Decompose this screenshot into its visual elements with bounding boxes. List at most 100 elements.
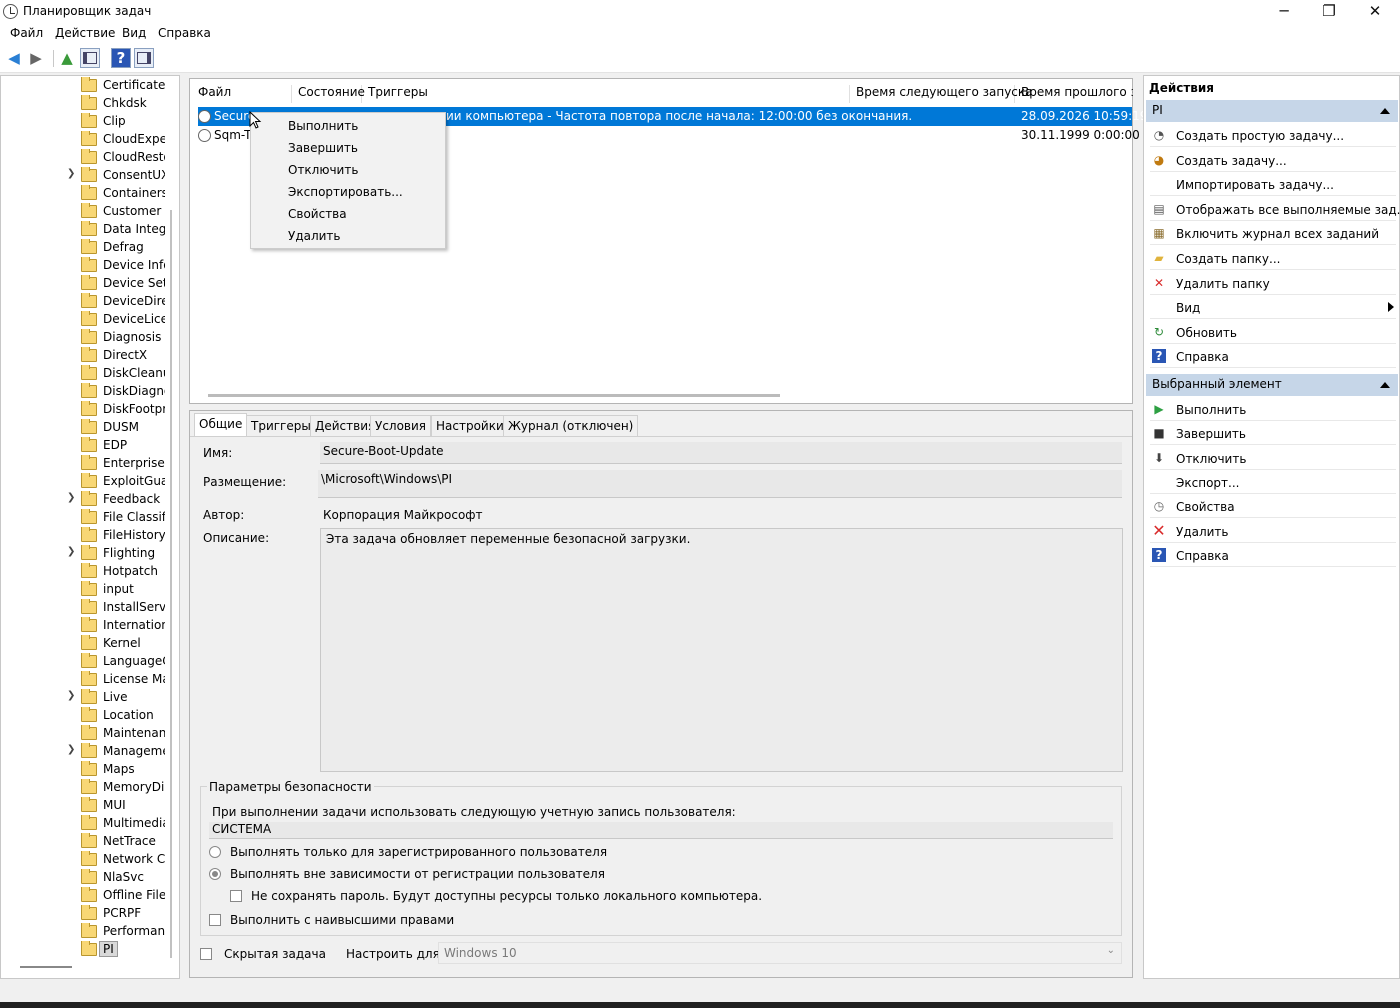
- tree-folder-item[interactable]: ❯ Live: [1, 689, 179, 707]
- location-field[interactable]: \Microsoft\Windows\PI: [318, 470, 1122, 498]
- action-item[interactable]: Импортировать задачу...: [1150, 174, 1396, 197]
- tree-folder-item[interactable]: DUSM: [1, 419, 179, 437]
- tab-general[interactable]: Общие: [194, 413, 248, 437]
- action-item[interactable]: ◷ Свойства: [1150, 496, 1396, 519]
- hidden-task-checkbox[interactable]: [200, 948, 212, 960]
- tree-folder-item[interactable]: MUI: [1, 797, 179, 815]
- tab-triggers[interactable]: Триггеры: [246, 415, 316, 437]
- tree-folder-item[interactable]: Maps: [1, 761, 179, 779]
- tree-folder-item[interactable]: Multimedia: [1, 815, 179, 833]
- expand-chevron-icon[interactable]: ❯: [67, 546, 75, 557]
- action-item[interactable]: ◕ Создать задачу...: [1150, 150, 1396, 172]
- configure-for-select[interactable]: Windows 10 ⌄: [438, 942, 1122, 964]
- menu-action[interactable]: Действие: [55, 26, 115, 40]
- menu-file[interactable]: Файл: [10, 26, 43, 40]
- expand-chevron-icon[interactable]: ❯: [67, 744, 75, 755]
- tree-folder-item[interactable]: FileHistory: [1, 527, 179, 545]
- highest-privileges-checkbox[interactable]: [209, 914, 221, 926]
- minimize-button[interactable]: ─: [1261, 0, 1307, 23]
- tree-folder-item[interactable]: NlaSvc: [1, 869, 179, 887]
- tree-folder-item[interactable]: Kernel: [1, 635, 179, 653]
- help-icon[interactable]: ?: [111, 48, 131, 68]
- tree-folder-item[interactable]: DiskCleanu: [1, 365, 179, 383]
- context-run[interactable]: Выполнить: [288, 119, 358, 133]
- tree-folder-item[interactable]: Internationa: [1, 617, 179, 635]
- action-item[interactable]: ▦ Включить журнал всех заданий: [1150, 223, 1396, 246]
- tree-folder-item[interactable]: Performanc: [1, 923, 179, 941]
- tree-folder-item[interactable]: File Classifi: [1, 509, 179, 527]
- name-field[interactable]: Secure-Boot-Update: [320, 442, 1122, 464]
- action-item[interactable]: ▶ Выполнить: [1150, 399, 1396, 421]
- tree-folder-item[interactable]: Chkdsk: [1, 95, 179, 113]
- tree-folder-item[interactable]: Clip: [1, 113, 179, 131]
- action-item[interactable]: ? Справка: [1150, 545, 1396, 567]
- tree-folder-item[interactable]: Device Info: [1, 257, 179, 275]
- tree-folder-item[interactable]: CertificateS: [1, 77, 179, 95]
- tree-folder-item[interactable]: ❯ ConsentUX: [1, 167, 179, 185]
- do-not-store-password-checkbox[interactable]: [230, 890, 242, 902]
- column-header-name[interactable]: Файл: [192, 85, 292, 103]
- column-header-last-run[interactable]: Время прошлого за: [1015, 85, 1133, 103]
- column-header-next-run[interactable]: Время следующего запуска: [850, 85, 1033, 103]
- actions-section-folder[interactable]: PI: [1146, 100, 1398, 122]
- tree-folder-item[interactable]: DiskFootpri: [1, 401, 179, 419]
- tree-vertical-scrollbar[interactable]: [170, 210, 172, 958]
- tree-folder-item[interactable]: Containers: [1, 185, 179, 203]
- tree-folder-item[interactable]: DeviceDirec: [1, 293, 179, 311]
- tree-folder-item[interactable]: PI: [1, 941, 179, 959]
- context-properties[interactable]: Свойства: [288, 207, 347, 221]
- column-header-triggers[interactable]: Триггеры: [362, 85, 850, 103]
- tree-folder-item[interactable]: PCRPF: [1, 905, 179, 923]
- tree-folder-item[interactable]: InstallServic: [1, 599, 179, 617]
- actions-section-selected[interactable]: Выбранный элемент: [1146, 374, 1398, 396]
- tree-folder-item[interactable]: Customer E: [1, 203, 179, 221]
- tree-horizontal-scrollbar[interactable]: [20, 966, 72, 968]
- menu-help[interactable]: Справка: [158, 26, 211, 40]
- maximize-button[interactable]: ❐: [1306, 0, 1352, 23]
- action-item[interactable]: ↻ Обновить: [1150, 322, 1396, 344]
- action-item[interactable]: ✕ Удалить: [1150, 521, 1396, 543]
- tree-folder-item[interactable]: DirectX: [1, 347, 179, 365]
- tree-folder-item[interactable]: CloudExper: [1, 131, 179, 149]
- tree-folder-item[interactable]: input: [1, 581, 179, 599]
- action-item[interactable]: ⬇ Отключить: [1150, 448, 1396, 470]
- action-item[interactable]: ◔ Создать простую задачу...: [1150, 125, 1396, 147]
- tree-folder-item[interactable]: Device Setu: [1, 275, 179, 293]
- tree-folder-item[interactable]: Maintenanc: [1, 725, 179, 743]
- tree-folder-item[interactable]: Defrag: [1, 239, 179, 257]
- tree-folder-item[interactable]: NetTrace: [1, 833, 179, 851]
- tree-folder-item[interactable]: Location: [1, 707, 179, 725]
- tab-settings[interactable]: Настройки: [431, 415, 509, 437]
- tree-folder-item[interactable]: EnterpriseM: [1, 455, 179, 473]
- expand-chevron-icon[interactable]: ❯: [67, 492, 75, 503]
- context-delete[interactable]: Удалить: [288, 229, 341, 243]
- tree-folder-item[interactable]: ExploitGuar: [1, 473, 179, 491]
- tab-history[interactable]: Журнал (отключен): [503, 415, 639, 437]
- task-list-horizontal-scrollbar[interactable]: [208, 394, 780, 397]
- action-item[interactable]: Экспорт...: [1150, 472, 1396, 494]
- action-item[interactable]: ▰ Создать папку...: [1150, 248, 1396, 270]
- context-export[interactable]: Экспортировать...: [288, 185, 403, 199]
- tree-folder-item[interactable]: ❯ Manageme: [1, 743, 179, 761]
- show-hide-action-pane-icon[interactable]: [134, 48, 154, 68]
- context-end[interactable]: Завершить: [288, 141, 358, 155]
- action-item[interactable]: ✕ Удалить папку: [1150, 273, 1396, 295]
- tree-folder-item[interactable]: CloudResto: [1, 149, 179, 167]
- radio-whether-logged-on[interactable]: [209, 868, 221, 880]
- tree-folder-item[interactable]: Hotpatch: [1, 563, 179, 581]
- expand-chevron-icon[interactable]: ❯: [67, 168, 75, 179]
- tree-folder-item[interactable]: ❯ Flighting: [1, 545, 179, 563]
- radio-logged-on-only[interactable]: [209, 846, 221, 858]
- tree-folder-item[interactable]: MemoryDia: [1, 779, 179, 797]
- tab-conditions[interactable]: Условия: [370, 415, 432, 437]
- action-item[interactable]: ? Справка: [1150, 346, 1396, 369]
- tree-folder-item[interactable]: DeviceLicer: [1, 311, 179, 329]
- forward-arrow-icon[interactable]: ▶: [26, 48, 46, 68]
- back-arrow-icon[interactable]: ◀: [4, 48, 24, 68]
- tree-folder-item[interactable]: Data Integri: [1, 221, 179, 239]
- show-hide-console-tree-icon[interactable]: [80, 48, 100, 68]
- action-item[interactable]: ▤ Отображать все выполняемые зад...: [1150, 199, 1400, 221]
- tree-folder-item[interactable]: License Ma: [1, 671, 179, 689]
- tree-folder-item[interactable]: ❯ Feedback: [1, 491, 179, 509]
- tree-folder-item[interactable]: LanguageC: [1, 653, 179, 671]
